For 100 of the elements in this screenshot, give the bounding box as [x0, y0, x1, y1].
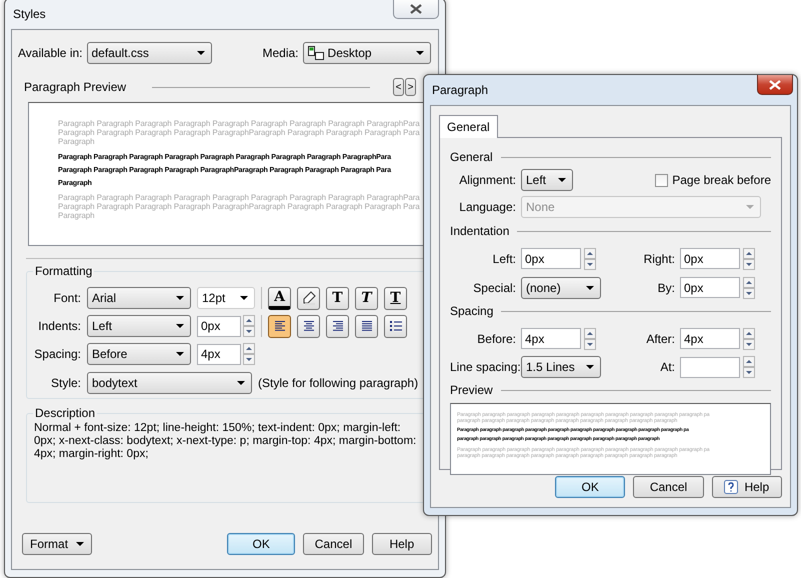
field-label: Right:	[642, 250, 675, 268]
align-button[interactable]	[326, 314, 349, 338]
field-label: Style:	[50, 375, 81, 392]
align-left-icon	[272, 319, 286, 333]
group-title: Description	[33, 406, 98, 420]
nav-button[interactable]: >	[405, 78, 416, 96]
dialog-button[interactable]: Cancel	[303, 533, 364, 555]
field-label: Alignment:	[458, 172, 516, 189]
spin-buttons[interactable]	[243, 315, 255, 337]
window-title: Styles	[13, 6, 46, 23]
caret-icon	[176, 352, 184, 356]
caret-icon	[558, 178, 566, 182]
caret-icon	[586, 286, 594, 290]
field-label: Special:	[472, 280, 516, 296]
caret-icon	[176, 296, 184, 300]
input-field[interactable]: 0px	[680, 277, 740, 298]
align-button[interactable]	[355, 314, 378, 338]
dropdown[interactable]: Left	[87, 315, 191, 337]
preview-text-line: Paragraph Paragraph Paragraph Paragraph Paragraph Paragraph Paragraph Paragraph ParagraphPara	[58, 193, 421, 202]
field-label: Before:	[476, 330, 516, 348]
input-field[interactable]: 0px	[680, 248, 740, 269]
dialog-button[interactable]: OK	[555, 476, 626, 498]
align-right-icon	[330, 319, 344, 333]
field-label: After:	[645, 330, 675, 348]
section-heading: General	[450, 149, 493, 166]
spin-buttons[interactable]	[743, 276, 755, 298]
caret-icon	[176, 324, 184, 328]
field-label: Language:	[458, 199, 516, 216]
dropdown[interactable]: Arial	[87, 287, 191, 309]
dialog-button[interactable]: Help	[372, 533, 432, 555]
field-label: Media:	[262, 45, 299, 62]
preview-text-line: Paragraph	[58, 211, 96, 220]
input-field[interactable]: 0px	[521, 248, 581, 269]
dialog-button[interactable]: Cancel	[633, 476, 704, 498]
spin-buttons[interactable]	[743, 356, 755, 378]
input-field[interactable]: 0px	[197, 316, 241, 336]
tab[interactable]: General	[439, 115, 498, 138]
dropdown[interactable]: default.css	[86, 42, 212, 64]
field-label: Indents:	[37, 318, 81, 335]
dropdown[interactable]: Before	[87, 343, 191, 365]
font-color-button[interactable]: A	[268, 286, 291, 310]
close-button[interactable]	[757, 75, 793, 95]
bold-button[interactable]: T	[326, 286, 349, 310]
input-field[interactable]	[680, 356, 740, 378]
desktop-icon	[308, 46, 324, 60]
align-justify-icon	[360, 319, 374, 333]
section-heading: Paragraph Preview	[24, 79, 126, 96]
format-menu-button[interactable]: Format	[22, 533, 92, 555]
dialog-button[interactable]: Help	[712, 476, 782, 498]
caret-icon	[196, 51, 204, 55]
spin-buttons[interactable]	[584, 328, 596, 350]
caret-icon	[416, 51, 424, 55]
dropdown[interactable]: Desktop	[302, 42, 431, 64]
caret-icon	[746, 205, 754, 209]
dropdown[interactable]: 1.5 Lines	[521, 356, 601, 378]
field-label: By:	[656, 280, 675, 296]
spin-buttons[interactable]	[743, 328, 755, 350]
field-label: Font:	[52, 290, 81, 307]
spin-buttons[interactable]	[743, 248, 755, 270]
section-heading: Indentation	[450, 223, 510, 240]
field-label: Spacing:	[33, 346, 81, 363]
checkbox[interactable]	[655, 174, 668, 186]
spin-buttons[interactable]	[584, 248, 596, 270]
dropdown[interactable]: bodytext	[87, 372, 252, 394]
align-button[interactable]	[297, 314, 320, 338]
close-icon	[410, 4, 422, 14]
nav-button[interactable]: <	[393, 78, 404, 96]
field-label: Left:	[492, 250, 516, 268]
input-field[interactable]: 4px	[680, 328, 740, 349]
pencil-icon	[302, 291, 316, 305]
input-field[interactable]: 4px	[521, 328, 581, 349]
align-button[interactable]	[268, 314, 291, 338]
dropdown[interactable]: (none)	[521, 276, 601, 298]
dialog-button[interactable]: OK	[227, 533, 296, 555]
dropdown[interactable]: Left	[521, 169, 574, 191]
field-label: Available in:	[18, 45, 82, 62]
underline-button[interactable]: T	[384, 286, 407, 310]
section-heading: Preview	[450, 382, 493, 399]
field-label: At:	[659, 359, 675, 376]
checkbox-label: Page break before	[672, 172, 771, 189]
dropdown[interactable]: 12pt	[197, 287, 255, 309]
highlight-button[interactable]	[297, 286, 320, 310]
caret-icon	[76, 542, 84, 546]
list-button[interactable]	[384, 314, 407, 338]
input-field[interactable]: 4px	[197, 344, 241, 364]
close-icon	[769, 80, 781, 90]
window-title: Paragraph	[432, 82, 488, 99]
close-button[interactable]	[393, 0, 439, 19]
align-center-icon	[302, 319, 316, 333]
caret-icon	[586, 365, 594, 369]
list-icon	[388, 319, 402, 333]
section-heading: Spacing	[450, 303, 494, 320]
preview-text-line: Paragraph	[58, 137, 96, 146]
hint-text: (Style for following paragraph)	[258, 375, 418, 392]
italic-button[interactable]: T	[355, 286, 378, 310]
spin-buttons[interactable]	[243, 343, 255, 365]
preview-text-line: Paragraph Paragraph Paragraph Paragraph ParagraphParagraph Paragraph Paragraph Paragraph Para	[58, 128, 421, 137]
caret-icon	[240, 296, 248, 300]
help-icon	[724, 480, 738, 494]
description-text: Normal + font-size: 12pt; line-height: 150%; text-indent: 0px; margin-left: 0px; x-next-class: bodytext; x-next-type: p; margin-top: 4px; margin-bottom: 4px; margin-right: 0px;	[34, 422, 418, 461]
